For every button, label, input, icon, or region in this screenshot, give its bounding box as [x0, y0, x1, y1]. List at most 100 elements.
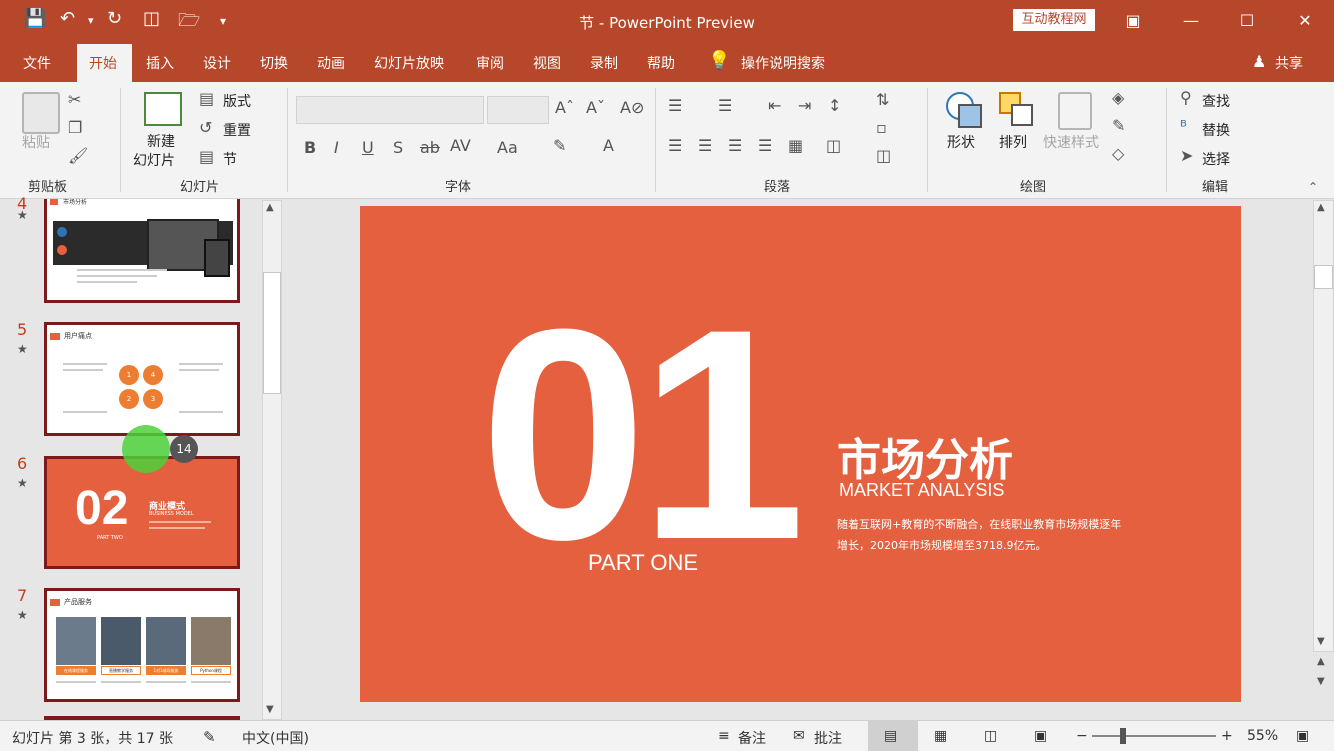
align-left-icon[interactable]: ☰ [668, 136, 682, 155]
justify-icon[interactable]: ☰ [758, 136, 772, 155]
new-slide-label-1[interactable]: 新建 [147, 131, 175, 151]
tab-insert[interactable]: 插入 [146, 53, 174, 73]
new-slide-icon[interactable] [144, 92, 182, 126]
ribbon-display-icon[interactable]: ▣ [1118, 6, 1148, 36]
scroll-up-icon[interactable]: ▲ [266, 202, 274, 213]
new-slide-label-2[interactable]: 幻灯片 [133, 150, 175, 170]
font-size-dropdown[interactable] [487, 96, 549, 124]
align-center-icon[interactable]: ☰ [698, 136, 712, 155]
change-case-icon[interactable]: Aa [497, 138, 518, 157]
thumbnail-scroll-thumb[interactable] [263, 272, 281, 394]
slide-sorter-icon[interactable]: ▦ [934, 728, 947, 744]
tab-design[interactable]: 设计 [203, 53, 231, 73]
section-icon[interactable]: ▤ [199, 147, 214, 166]
zoom-level[interactable]: 55% [1247, 728, 1278, 744]
font-name-dropdown[interactable] [296, 96, 484, 124]
shapes-button[interactable]: 形状 [947, 132, 975, 152]
tab-record[interactable]: 录制 [590, 53, 618, 73]
tab-transitions[interactable]: 切换 [260, 53, 288, 73]
zoom-in-icon[interactable]: + [1221, 728, 1233, 744]
scroll-up-icon[interactable]: ▲ [1317, 202, 1325, 213]
paste-button[interactable]: 粘贴 [22, 132, 50, 152]
maximize-button[interactable]: ☐ [1232, 6, 1262, 36]
collapse-ribbon-icon[interactable]: ⌃ [1308, 180, 1318, 194]
tab-file[interactable]: 文件 [23, 53, 51, 73]
shape-fill-icon[interactable]: ◈ [1112, 88, 1124, 107]
find-button[interactable]: 查找 [1202, 91, 1230, 111]
text-direction-icon[interactable]: ⇅ [876, 90, 889, 109]
find-icon[interactable]: ⚲ [1180, 88, 1192, 107]
zoom-slider[interactable] [1092, 735, 1216, 737]
italic-icon[interactable]: I [334, 138, 339, 157]
slide-scroll-thumb[interactable] [1314, 265, 1333, 289]
tab-home[interactable]: 开始 [89, 53, 117, 73]
shape-outline-icon[interactable]: ✎ [1112, 116, 1125, 135]
zoom-slider-thumb[interactable] [1120, 728, 1126, 744]
quick-styles-button[interactable]: 快速样式 [1043, 132, 1099, 152]
slide-big-number[interactable]: 01 [480, 284, 806, 584]
font-color-icon[interactable]: A [603, 136, 614, 155]
format-painter-icon[interactable]: 🖌 [68, 146, 88, 165]
scroll-down-icon[interactable]: ▼ [1317, 636, 1325, 647]
tab-slideshow[interactable]: 幻灯片放映 [374, 53, 444, 73]
slide-thumbnail-5[interactable]: 用户痛点 1 4 2 3 [44, 322, 240, 436]
shape-effects-icon[interactable]: ◇ [1112, 144, 1124, 163]
slide-body-line1[interactable]: 随着互联网+教育的不断融合，在线职业教育市场规模逐年 [837, 516, 1121, 532]
share-button[interactable]: 共享 [1275, 53, 1303, 73]
slide-canvas[interactable]: 01 PART ONE 市场分析 MARKET ANALYSIS 随着互联网+教… [360, 206, 1241, 702]
highlight-icon[interactable]: ✎ [553, 136, 566, 155]
slide-part-label[interactable]: PART ONE [588, 550, 698, 576]
notes-icon[interactable]: ≡ [718, 728, 730, 744]
cut-icon[interactable]: ✂ [68, 90, 81, 109]
notes-button[interactable]: 备注 [738, 728, 766, 748]
section-button[interactable]: 节 [223, 149, 237, 169]
clear-format-icon[interactable]: A⊘ [620, 98, 644, 117]
tab-review[interactable]: 审阅 [476, 53, 504, 73]
select-button[interactable]: 选择 [1202, 149, 1230, 169]
arrange-button[interactable]: 排列 [999, 132, 1027, 152]
replace-button[interactable]: 替换 [1202, 120, 1230, 140]
layout-icon[interactable]: ▤ [199, 89, 214, 108]
scroll-down-icon[interactable]: ▼ [266, 704, 274, 715]
slide-body-line2[interactable]: 增长，2020年市场规模增至3718.9亿元。 [837, 537, 1046, 553]
char-spacing-icon[interactable]: AV [450, 136, 471, 155]
shadow-icon[interactable]: S [393, 138, 403, 157]
replace-icon[interactable]: ᴮ [1180, 117, 1187, 136]
reset-button[interactable]: 重置 [223, 120, 251, 140]
minimize-button[interactable]: — [1176, 6, 1206, 36]
comments-icon[interactable]: ✉ [793, 728, 805, 744]
decrease-indent-icon[interactable]: ⇤ [768, 96, 781, 115]
align-text-icon[interactable]: ▫ [876, 118, 887, 137]
slide-thumbnail-6[interactable]: 02 商业模式 BUSINESS MODEL PART TWO [44, 456, 240, 569]
tab-help[interactable]: 帮助 [647, 53, 675, 73]
underline-icon[interactable]: U [362, 138, 374, 157]
tell-me-search[interactable]: 操作说明搜索 [741, 53, 825, 73]
fit-to-window-icon[interactable]: ▣ [1296, 728, 1309, 744]
bold-icon[interactable]: B [304, 138, 316, 157]
numbering-icon[interactable]: ☰ [718, 96, 732, 115]
align-right-icon[interactable]: ☰ [728, 136, 742, 155]
select-cursor-icon[interactable]: ➤ [1180, 146, 1193, 165]
slideshow-view-icon[interactable]: ▣ [1034, 728, 1047, 744]
strikethrough-icon[interactable]: ab [420, 138, 440, 157]
copy-icon[interactable]: ❐ [68, 118, 82, 137]
previous-slide-icon[interactable]: ▲ [1317, 656, 1325, 667]
reset-icon[interactable]: ↺ [199, 118, 212, 137]
language-status[interactable]: 中文(中国) [242, 728, 309, 748]
zoom-out-icon[interactable]: − [1076, 728, 1088, 744]
smartart-icon[interactable]: ◫ [876, 146, 891, 165]
slide-thumbnail-7[interactable]: 产品服务 在线课程服务 直播教学服务 1对1辅导服务 Python课程 [44, 588, 240, 702]
reading-view-icon[interactable]: ◫ [984, 728, 997, 744]
close-button[interactable]: ✕ [1290, 6, 1320, 36]
comments-button[interactable]: 批注 [814, 728, 842, 748]
decrease-font-icon[interactable]: Aˇ [586, 98, 605, 117]
line-spacing-icon[interactable]: ↕ [828, 96, 841, 115]
slide-heading[interactable]: 市场分析 [837, 424, 1013, 488]
quick-styles-icon[interactable] [1058, 92, 1092, 130]
paste-icon[interactable] [22, 92, 60, 134]
layout-button[interactable]: 版式 [223, 91, 251, 111]
slide-thumbnail-4[interactable]: 市场分析 [44, 199, 240, 303]
next-slide-icon[interactable]: ▼ [1317, 676, 1325, 687]
normal-view-icon[interactable]: ▤ [884, 728, 897, 744]
tab-animations[interactable]: 动画 [317, 53, 345, 73]
